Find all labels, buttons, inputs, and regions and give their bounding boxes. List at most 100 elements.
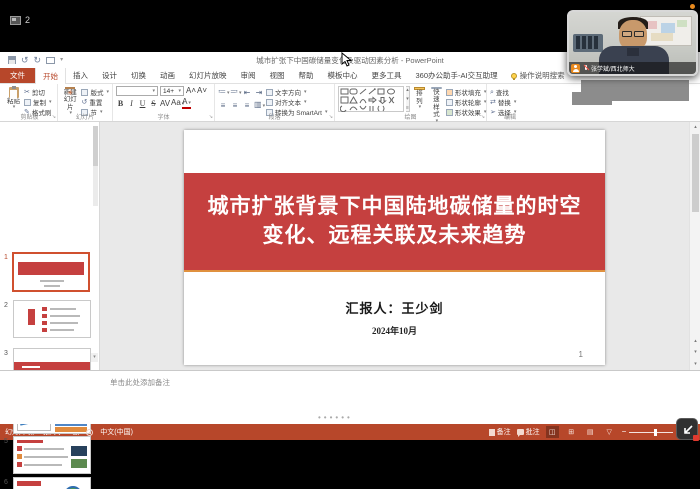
bullets-icon[interactable]: ≔ — [218, 87, 228, 98]
font-name-combo[interactable]: ▾ — [116, 86, 158, 96]
shared-screen-count: 2 — [25, 15, 30, 25]
arrange-button[interactable]: 排列 — [412, 86, 427, 112]
reset-icon: ↺ — [81, 99, 87, 106]
indent-decrease-icon[interactable]: ⇤ — [242, 88, 252, 98]
indent-increase-icon[interactable]: ⇥ — [254, 88, 264, 98]
comments-toggle[interactable]: 批注 — [517, 427, 540, 437]
next-slide-icon[interactable]: ▾ — [691, 348, 700, 357]
shapes-gallery[interactable] — [338, 86, 404, 112]
slide-editor[interactable]: 城市扩张背景下中国陆地碳储量的时空 变化、远程关联及未来趋势 汇报人：王少剑 2… — [100, 122, 700, 370]
slide-thumbnail-5[interactable] — [13, 436, 91, 474]
previous-slide-icon[interactable]: ▴ — [691, 337, 700, 346]
reset-button[interactable]: ↺重置 — [81, 97, 109, 107]
thumbnail-scrollbar[interactable] — [93, 126, 98, 206]
align-text-button[interactable]: 对齐文本 — [266, 97, 327, 107]
zoom-slider-thumb[interactable] — [654, 429, 657, 436]
tab-home[interactable]: 开始 — [35, 68, 66, 84]
notes-pane[interactable]: 单击此处添加备注 •••••• — [0, 370, 700, 424]
shrink-font-icon[interactable]: A˅ — [197, 86, 206, 96]
tab-review[interactable]: 审阅 — [234, 68, 263, 83]
tab-insert[interactable]: 插入 — [66, 68, 95, 83]
notes-placeholder[interactable]: 单击此处添加备注 — [110, 377, 170, 388]
char-spacing-icon[interactable]: AV — [160, 99, 169, 109]
tab-design[interactable]: 设计 — [95, 68, 124, 83]
drawing-dialog-launcher[interactable]: ↘ — [481, 114, 485, 120]
change-case-icon[interactable]: Aa — [171, 98, 180, 109]
zoom-out-icon[interactable]: − — [622, 428, 627, 436]
redo-icon[interactable]: ↻ — [34, 56, 42, 65]
shape-fill-button[interactable]: 形状填充 — [446, 87, 487, 97]
italic-icon[interactable]: I — [127, 99, 136, 109]
clipboard-dialog-launcher[interactable]: ↘ — [52, 114, 56, 120]
reading-view-button[interactable]: ▤ — [584, 426, 597, 438]
editor-scrollbar-thumb[interactable] — [692, 134, 699, 212]
align-text-icon — [266, 99, 273, 106]
tell-me-search[interactable]: 操作说明搜索 — [511, 68, 565, 83]
align-left-icon[interactable]: ≡ — [218, 101, 228, 111]
save-icon[interactable] — [8, 56, 16, 64]
columns-icon[interactable]: ▥ — [254, 100, 264, 111]
gallery-more-icon[interactable]: ≡ — [406, 105, 409, 111]
notes-resize-grip[interactable]: •••••• — [318, 413, 353, 422]
replace-button[interactable]: ⇄替换 — [490, 97, 516, 107]
text-direction-button[interactable]: 文字方向 — [266, 87, 327, 97]
align-center-icon[interactable]: ≡ — [230, 101, 240, 111]
font-size-combo[interactable]: 14+▾ — [160, 86, 184, 96]
slide-title-banner[interactable]: 城市扩张背景下中国陆地碳储量的时空 变化、远程关联及未来趋势 — [184, 173, 605, 272]
numbering-icon[interactable]: ≕ — [230, 87, 240, 98]
tab-help[interactable]: 帮助 — [292, 68, 321, 83]
slide-thumbnail-1[interactable] — [12, 252, 90, 292]
copy-button[interactable]: 复制 — [24, 97, 52, 107]
paste-button[interactable]: 粘贴 — [5, 86, 22, 112]
tab-slideshow[interactable]: 幻灯片放映 — [182, 68, 234, 83]
slide-date[interactable]: 2024年10月 — [184, 324, 605, 337]
slide-sorter-view-button[interactable]: ⊞ — [565, 426, 578, 438]
thumbnail-scrollbar-thumb[interactable] — [93, 126, 98, 166]
tab-template-center[interactable]: 模板中心 — [321, 68, 365, 83]
accessibility-icon[interactable] — [86, 429, 93, 436]
tab-more-tools[interactable]: 更多工具 — [365, 68, 409, 83]
slideshow-view-button[interactable]: ▽ — [603, 426, 616, 438]
new-slide-button[interactable]: 新建 幻灯片 — [61, 86, 79, 112]
layout-button[interactable]: 版式 — [81, 87, 109, 97]
webcam-video[interactable]: 张学斌/西北师大 — [567, 10, 698, 76]
grow-font-icon[interactable]: A˄ — [186, 86, 195, 96]
slide-presenter[interactable]: 汇报人：王少剑 — [184, 298, 605, 317]
slideshow-icon[interactable] — [46, 57, 55, 64]
scroll-down-icon[interactable]: ▾ — [691, 360, 700, 369]
gallery-up-icon[interactable]: ▴ — [406, 87, 409, 93]
customize-qat-icon[interactable]: ▾ — [60, 56, 63, 65]
shapes-gallery-scroll[interactable]: ▴ ▾ ≡ — [406, 86, 410, 112]
tab-view[interactable]: 视图 — [263, 68, 292, 83]
editor-scrollbar[interactable]: ▴ ▴ ▾ ▾ — [689, 122, 700, 370]
font-dialog-launcher[interactable]: ↘ — [209, 114, 213, 120]
shared-screen-icon — [10, 16, 21, 25]
find-button[interactable]: ⌕查找 — [490, 87, 516, 97]
thumbnail-scroll-down-icon[interactable]: ▾ — [91, 353, 98, 362]
strikethrough-icon[interactable]: S — [149, 99, 158, 109]
gallery-down-icon[interactable]: ▾ — [406, 96, 409, 102]
slide-thumbnail-6[interactable] — [13, 477, 91, 489]
tab-transitions[interactable]: 切换 — [124, 68, 153, 83]
normal-view-button[interactable]: ◫ — [546, 426, 559, 438]
scroll-up-icon[interactable]: ▴ — [691, 123, 700, 132]
undo-icon[interactable]: ↺ — [21, 56, 29, 65]
tab-animations[interactable]: 动画 — [153, 68, 182, 83]
notes-toggle[interactable]: 备注 — [489, 427, 511, 437]
zoom-control: − + — [622, 428, 681, 436]
zoom-slider[interactable] — [629, 432, 673, 433]
slide-canvas[interactable]: 城市扩张背景下中国陆地碳储量的时空 变化、远程关联及未来趋势 汇报人：王少剑 2… — [184, 130, 605, 365]
font-color-icon[interactable]: A — [182, 98, 191, 109]
shape-outline-button[interactable]: 形状轮廓 — [446, 97, 487, 107]
slide-thumbnail-2[interactable] — [13, 300, 91, 338]
bold-icon[interactable]: B — [116, 99, 125, 109]
cut-button[interactable]: ✂剪切 — [24, 87, 52, 97]
tab-360-assistant[interactable]: 360办公助手-AI交互助理 — [409, 68, 505, 83]
language-indicator[interactable]: 中文(中国) — [100, 427, 133, 437]
underline-icon[interactable]: U — [138, 99, 147, 109]
quick-styles-button[interactable]: 快速样式 — [429, 86, 444, 112]
align-right-icon[interactable]: ≡ — [242, 101, 252, 111]
tab-file[interactable]: 文件 — [0, 68, 35, 83]
meeting-float-button[interactable] — [676, 418, 698, 440]
paragraph-dialog-launcher[interactable]: ↘ — [329, 114, 333, 120]
